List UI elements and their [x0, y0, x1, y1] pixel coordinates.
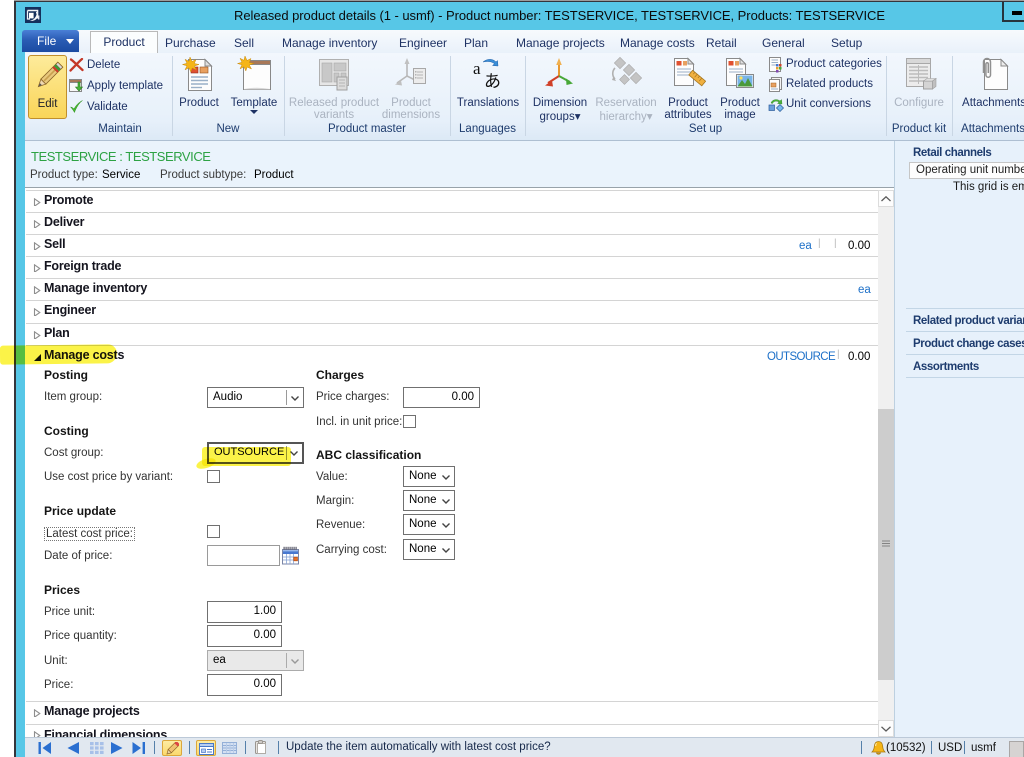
svg-text:a: a: [473, 59, 481, 78]
svg-text:あ: あ: [484, 72, 501, 91]
